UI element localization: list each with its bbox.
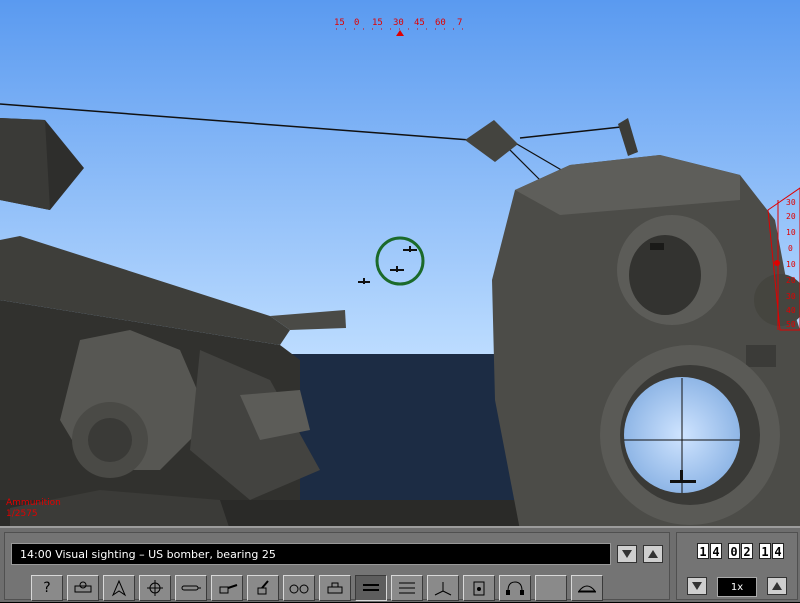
deck-station-button[interactable] xyxy=(67,575,99,601)
flak-gun-icon xyxy=(257,580,269,595)
elevation-label: 30 xyxy=(786,292,796,301)
captain-button[interactable] xyxy=(571,575,603,601)
message-scroll-up-button[interactable] xyxy=(643,545,663,563)
elevation-label: 40 xyxy=(786,306,796,315)
arrow-down-icon xyxy=(692,582,702,590)
elevation-label: 10 xyxy=(786,228,796,237)
periscope-station-icon xyxy=(363,584,379,591)
time-compression-down-button[interactable] xyxy=(687,577,707,595)
time-panel: 1 4 0 2 1 4 1x xyxy=(676,532,798,600)
torpedo-button[interactable] xyxy=(175,575,207,601)
axis-button[interactable] xyxy=(427,575,459,601)
time-compression-up-button[interactable] xyxy=(767,577,787,595)
torpedo-icon xyxy=(181,585,201,591)
bridge-button[interactable] xyxy=(319,575,351,601)
attack-map-button[interactable] xyxy=(391,575,423,601)
periscope-station-button[interactable] xyxy=(355,575,387,601)
ammo-readout: Ammunition 1/2575 xyxy=(6,498,61,520)
clock-digit: 4 xyxy=(710,543,722,559)
arrow-up-icon xyxy=(648,550,658,558)
message-bar: 14:00 Visual sighting – US bomber, beari… xyxy=(11,543,611,565)
control-panel: 14:00 Visual sighting – US bomber, beari… xyxy=(0,526,800,602)
elevation-label: 30 xyxy=(786,198,796,207)
hydrophone-icon xyxy=(506,581,524,595)
binoculars-icon xyxy=(289,584,309,594)
compass-label: 0 xyxy=(354,18,360,28)
gun-view-scene[interactable] xyxy=(0,0,800,530)
gun-sight-mechanism xyxy=(492,155,800,530)
blank-button[interactable] xyxy=(535,575,567,601)
clock-digit: 1 xyxy=(759,543,771,559)
radio-button[interactable] xyxy=(463,575,495,601)
damage-control-icon xyxy=(147,580,163,596)
clock-digit: 1 xyxy=(697,543,709,559)
elevation-label: 10 xyxy=(786,260,796,269)
station-panel: 14:00 Visual sighting – US bomber, beari… xyxy=(4,532,670,603)
help-icon: ? xyxy=(43,580,51,596)
navigation-button[interactable] xyxy=(103,575,135,601)
compass-label: 60 xyxy=(435,18,446,28)
compass-label: 7 xyxy=(457,18,463,28)
ammo-label: Ammunition xyxy=(6,498,61,508)
elevation-label: 20 xyxy=(786,212,796,221)
attack-map-icon xyxy=(399,582,415,594)
damage-control-button[interactable] xyxy=(139,575,171,601)
elevation-label: 20 xyxy=(786,276,796,285)
compass-label: 15 xyxy=(372,18,383,28)
binoculars-button[interactable] xyxy=(283,575,315,601)
bridge-icon xyxy=(327,582,343,594)
compass-label: 30 xyxy=(393,18,404,28)
elevation-label: 0 xyxy=(788,244,793,253)
deck-gun-station-icon xyxy=(74,581,92,593)
compass-label: 45 xyxy=(414,18,425,28)
hydrophone-button[interactable] xyxy=(499,575,531,601)
arrow-down-icon xyxy=(622,550,632,558)
message-scroll-down-button[interactable] xyxy=(617,545,637,563)
radio-icon xyxy=(473,581,485,596)
game-clock: 1 4 0 2 1 4 xyxy=(697,543,784,559)
clock-digit: 0 xyxy=(728,543,740,559)
time-compression-readout: 1x xyxy=(717,577,757,597)
arrow-up-icon xyxy=(772,582,782,590)
axis-icon xyxy=(434,582,452,596)
station-toolbar: ? xyxy=(31,575,603,603)
help-button[interactable]: ? xyxy=(31,575,63,601)
deck-gun-icon xyxy=(219,584,238,594)
clock-digit: 2 xyxy=(741,543,753,559)
clock-digit: 4 xyxy=(772,543,784,559)
elevation-label: 50 xyxy=(786,320,796,329)
compass-label: 15 xyxy=(334,18,345,28)
deck-gun-button[interactable] xyxy=(211,575,243,601)
navigation-icon xyxy=(111,579,127,597)
captain-cap-icon xyxy=(577,585,597,593)
flak-gun-button[interactable] xyxy=(247,575,279,601)
ammo-count: 1/2575 xyxy=(6,509,38,519)
